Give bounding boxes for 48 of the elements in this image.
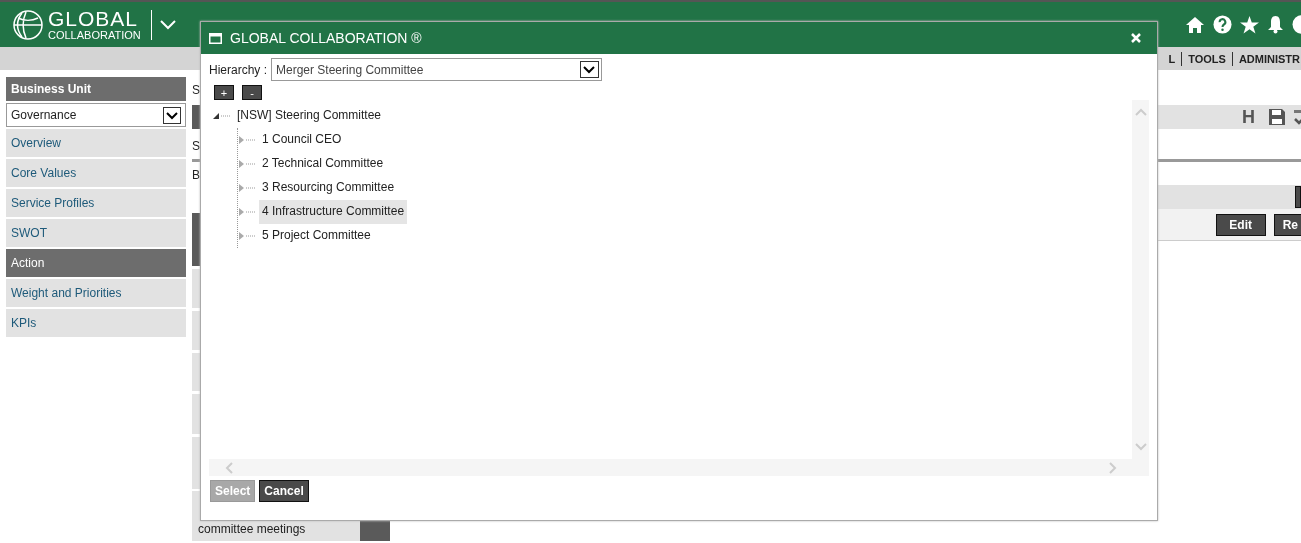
row-button[interactable]: Re [1273, 213, 1301, 236]
tree-node[interactable]: 4 Infrastructure Committee [259, 200, 408, 224]
logo-title: GLOBAL [48, 8, 140, 29]
tree-node[interactable]: 2 Technical Committee [259, 152, 387, 176]
logo-subtitle: COLLABORATION [48, 28, 141, 41]
panel-title: Business Unit [6, 77, 186, 101]
text-fragment: S [192, 82, 200, 99]
tree-node[interactable]: 5 Project Committee [259, 224, 374, 248]
bell-icon[interactable] [1267, 15, 1284, 34]
select-value: Governance [11, 107, 78, 124]
heading-tool[interactable]: H [1242, 103, 1255, 131]
window-icon [209, 32, 222, 44]
help-icon[interactable] [1213, 15, 1232, 34]
dropdown-icon[interactable] [163, 106, 181, 124]
tree-node[interactable]: 1 Council CEO [259, 128, 345, 152]
sidebar-item[interactable]: Action [6, 249, 186, 277]
tree-node[interactable]: [NSW] Steering Committee [234, 104, 385, 128]
text-fragment: S [192, 138, 200, 155]
select-value: Merger Steering Committee [276, 61, 425, 79]
collapse-all-button[interactable]: - [242, 85, 262, 100]
sidebar-item[interactable]: Core Values [6, 159, 186, 187]
sidebar-item[interactable]: Service Profiles [6, 189, 186, 217]
sidebar-item[interactable]: Overview [6, 129, 186, 157]
dropdown-icon[interactable] [580, 61, 599, 78]
business-unit-select[interactable]: Governance [6, 103, 186, 127]
globe-logo-icon [12, 8, 44, 41]
nav-link-item[interactable]: L [1162, 51, 1182, 66]
hierarchy-select[interactable]: Merger Steering Committee [271, 58, 602, 81]
sidebar-item[interactable]: Weight and Priorities [6, 279, 186, 307]
table-cell-text: committee meetings [198, 521, 306, 538]
chevron-down-icon[interactable] [159, 19, 176, 30]
collapse-arrow-icon[interactable] [213, 111, 231, 121]
save-icon[interactable] [1269, 109, 1285, 125]
edit-button[interactable]: Edit [1215, 213, 1266, 236]
sidebar-item[interactable]: KPIs [6, 309, 186, 337]
nav-link-item[interactable]: TOOLS [1181, 51, 1232, 66]
field-label: Hierarchy : [209, 61, 267, 79]
close-icon[interactable] [1131, 33, 1141, 43]
cancel-button[interactable]: Cancel [259, 480, 309, 502]
expand-all-button[interactable]: + [214, 85, 234, 100]
star-icon[interactable] [1240, 15, 1259, 34]
tree-node[interactable]: 3 Resourcing Committee [259, 176, 398, 200]
nav-link-item[interactable]: ADMINISTR [1231, 51, 1301, 66]
text-fragment: B [192, 167, 200, 184]
sidebar-item[interactable]: SWOT [6, 219, 186, 247]
column-header [192, 105, 200, 129]
dialog-title: GLOBAL COLLABORATION ® [230, 28, 422, 48]
home-icon[interactable] [1185, 15, 1205, 34]
